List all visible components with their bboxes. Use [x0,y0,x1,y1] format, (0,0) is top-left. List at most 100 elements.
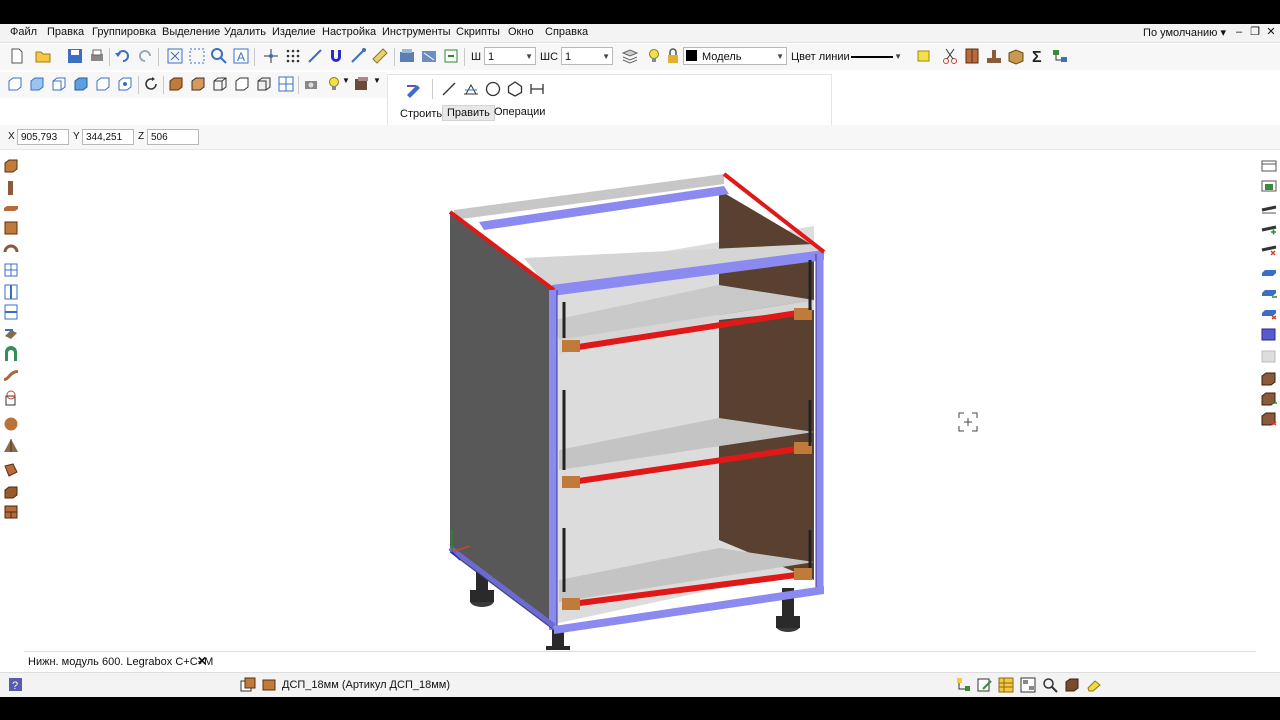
3d-viewport[interactable] [24,150,1256,650]
furniture-icon[interactable] [1261,370,1277,386]
circle-tool-icon[interactable] [484,80,502,98]
y-coordinate-input[interactable]: 344,251 [82,129,134,145]
plastic-add-icon[interactable] [1261,284,1277,300]
scissors-icon[interactable] [941,47,959,65]
measure-tool-icon[interactable] [528,80,546,98]
grid-panel-icon[interactable] [3,262,19,278]
close-icon[interactable]: ✕ [1264,24,1278,40]
zoom-icon[interactable] [210,47,228,65]
view-render-icon[interactable] [420,47,438,65]
minimize-icon[interactable]: – [1232,24,1246,40]
material-panel-icon[interactable] [240,677,256,693]
menu-product[interactable]: Изделие [272,26,316,38]
furniture-add-icon[interactable] [1261,390,1277,406]
grid-icon[interactable] [284,47,302,65]
x-coordinate-input[interactable]: 905,793 [17,129,69,145]
sigma-icon[interactable]: Σ [1029,47,1047,65]
material-dropdown-icon[interactable]: ▼ [373,76,381,85]
plastic-icon[interactable] [1261,264,1277,280]
profile-tool-icon[interactable] [3,326,19,342]
notes-icon[interactable] [915,47,933,65]
layer-select[interactable]: Модель ▼ [683,47,787,65]
view-iso2-icon[interactable] [116,75,134,93]
snap-icon[interactable] [262,47,280,65]
plastic-remove-icon[interactable] [1261,304,1277,320]
profile-dropdown[interactable]: По умолчанию ▾ [1143,26,1226,39]
transparent-icon[interactable] [255,75,273,93]
bent-panel-icon[interactable] [3,366,19,382]
new-file-icon[interactable] [8,47,26,65]
edit-note-icon[interactable] [977,677,993,693]
menu-grouping[interactable]: Группировка [92,26,156,38]
tree-icon[interactable] [956,677,972,693]
line-width-field[interactable]: 1 ▼ [484,47,536,65]
shade-edges-icon[interactable] [189,75,207,93]
line-snap-icon[interactable] [349,47,367,65]
polygon-tool-icon[interactable] [506,80,524,98]
menu-window[interactable]: Окно [508,26,534,38]
view-right-icon[interactable] [72,75,90,93]
hidden-lines-icon[interactable] [233,75,251,93]
wireframe-icon[interactable] [211,75,229,93]
view-front-icon[interactable] [6,75,24,93]
furniture-remove-icon[interactable] [1261,410,1277,426]
magnet-icon[interactable] [327,47,345,65]
gallery-icon[interactable] [1020,677,1036,693]
help-icon[interactable]: ? [8,677,23,692]
divider-icon[interactable] [3,284,19,300]
line-tool-icon[interactable] [440,80,458,98]
menu-edit[interactable]: Правка [47,26,84,38]
vertical-panel-icon[interactable] [3,180,19,196]
ortho-icon[interactable] [306,47,324,65]
eraser-icon[interactable] [1086,677,1102,693]
cabinet-icon[interactable] [963,47,981,65]
print-icon[interactable] [88,47,106,65]
edge-band-remove-icon[interactable] [1261,240,1277,256]
arch-icon[interactable] [3,346,19,362]
undo-icon[interactable] [114,47,132,65]
facade-icon[interactable] [1261,326,1277,342]
sections-icon[interactable] [277,75,295,93]
pyramid-icon[interactable] [3,438,19,454]
lightbulb-icon[interactable] [645,47,663,65]
tab-operations[interactable]: Операции [490,105,549,119]
add-panel-icon[interactable] [1261,178,1277,194]
view-top-icon[interactable] [28,75,46,93]
view-3d-icon[interactable] [398,47,416,65]
cube-icon[interactable] [1064,677,1080,693]
menu-tools[interactable]: Инструменты [382,26,451,38]
view-iso-icon[interactable] [94,75,112,93]
view-left-icon[interactable] [50,75,68,93]
extrude-icon[interactable] [3,462,19,478]
light-icon[interactable] [325,75,343,93]
gray-panel-icon[interactable] [1261,348,1277,364]
menu-settings[interactable]: Настройка [322,26,376,38]
search-icon[interactable] [1042,677,1058,693]
zoom-window-icon[interactable] [188,47,206,65]
zoom-extents-icon[interactable] [166,47,184,65]
edge-band-icon[interactable] [1261,200,1277,216]
layers-icon[interactable] [621,47,639,65]
lock-icon[interactable] [664,47,682,65]
edit-tool-icon[interactable] [404,79,424,99]
refresh-view-icon[interactable] [442,47,460,65]
tab-build[interactable]: Строить [396,107,446,121]
menu-delete[interactable]: Удалить [224,26,266,38]
close-tab-icon[interactable]: ✕ [197,654,207,668]
camera-icon[interactable] [303,75,321,93]
menu-scripts[interactable]: Скрипты [456,26,500,38]
panel-tool-icon[interactable] [3,158,19,174]
document-tab[interactable]: Нижн. модуль 600. Legrabox C+C+M [28,656,213,668]
z-coordinate-input[interactable]: 506 [147,129,199,145]
horizontal-panel-icon[interactable] [3,200,19,216]
redo-icon[interactable] [136,47,154,65]
frame-icon[interactable] [3,504,19,520]
stamp-icon[interactable] [985,47,1003,65]
menu-selection[interactable]: Выделение [162,26,220,38]
window-panel-icon[interactable] [1261,158,1277,174]
menu-file[interactable]: Файл [10,26,37,38]
table-icon[interactable] [998,677,1014,693]
box-icon[interactable] [1007,47,1025,65]
light-dropdown-icon[interactable]: ▼ [342,76,350,85]
restore-icon[interactable]: ❐ [1248,24,1262,40]
